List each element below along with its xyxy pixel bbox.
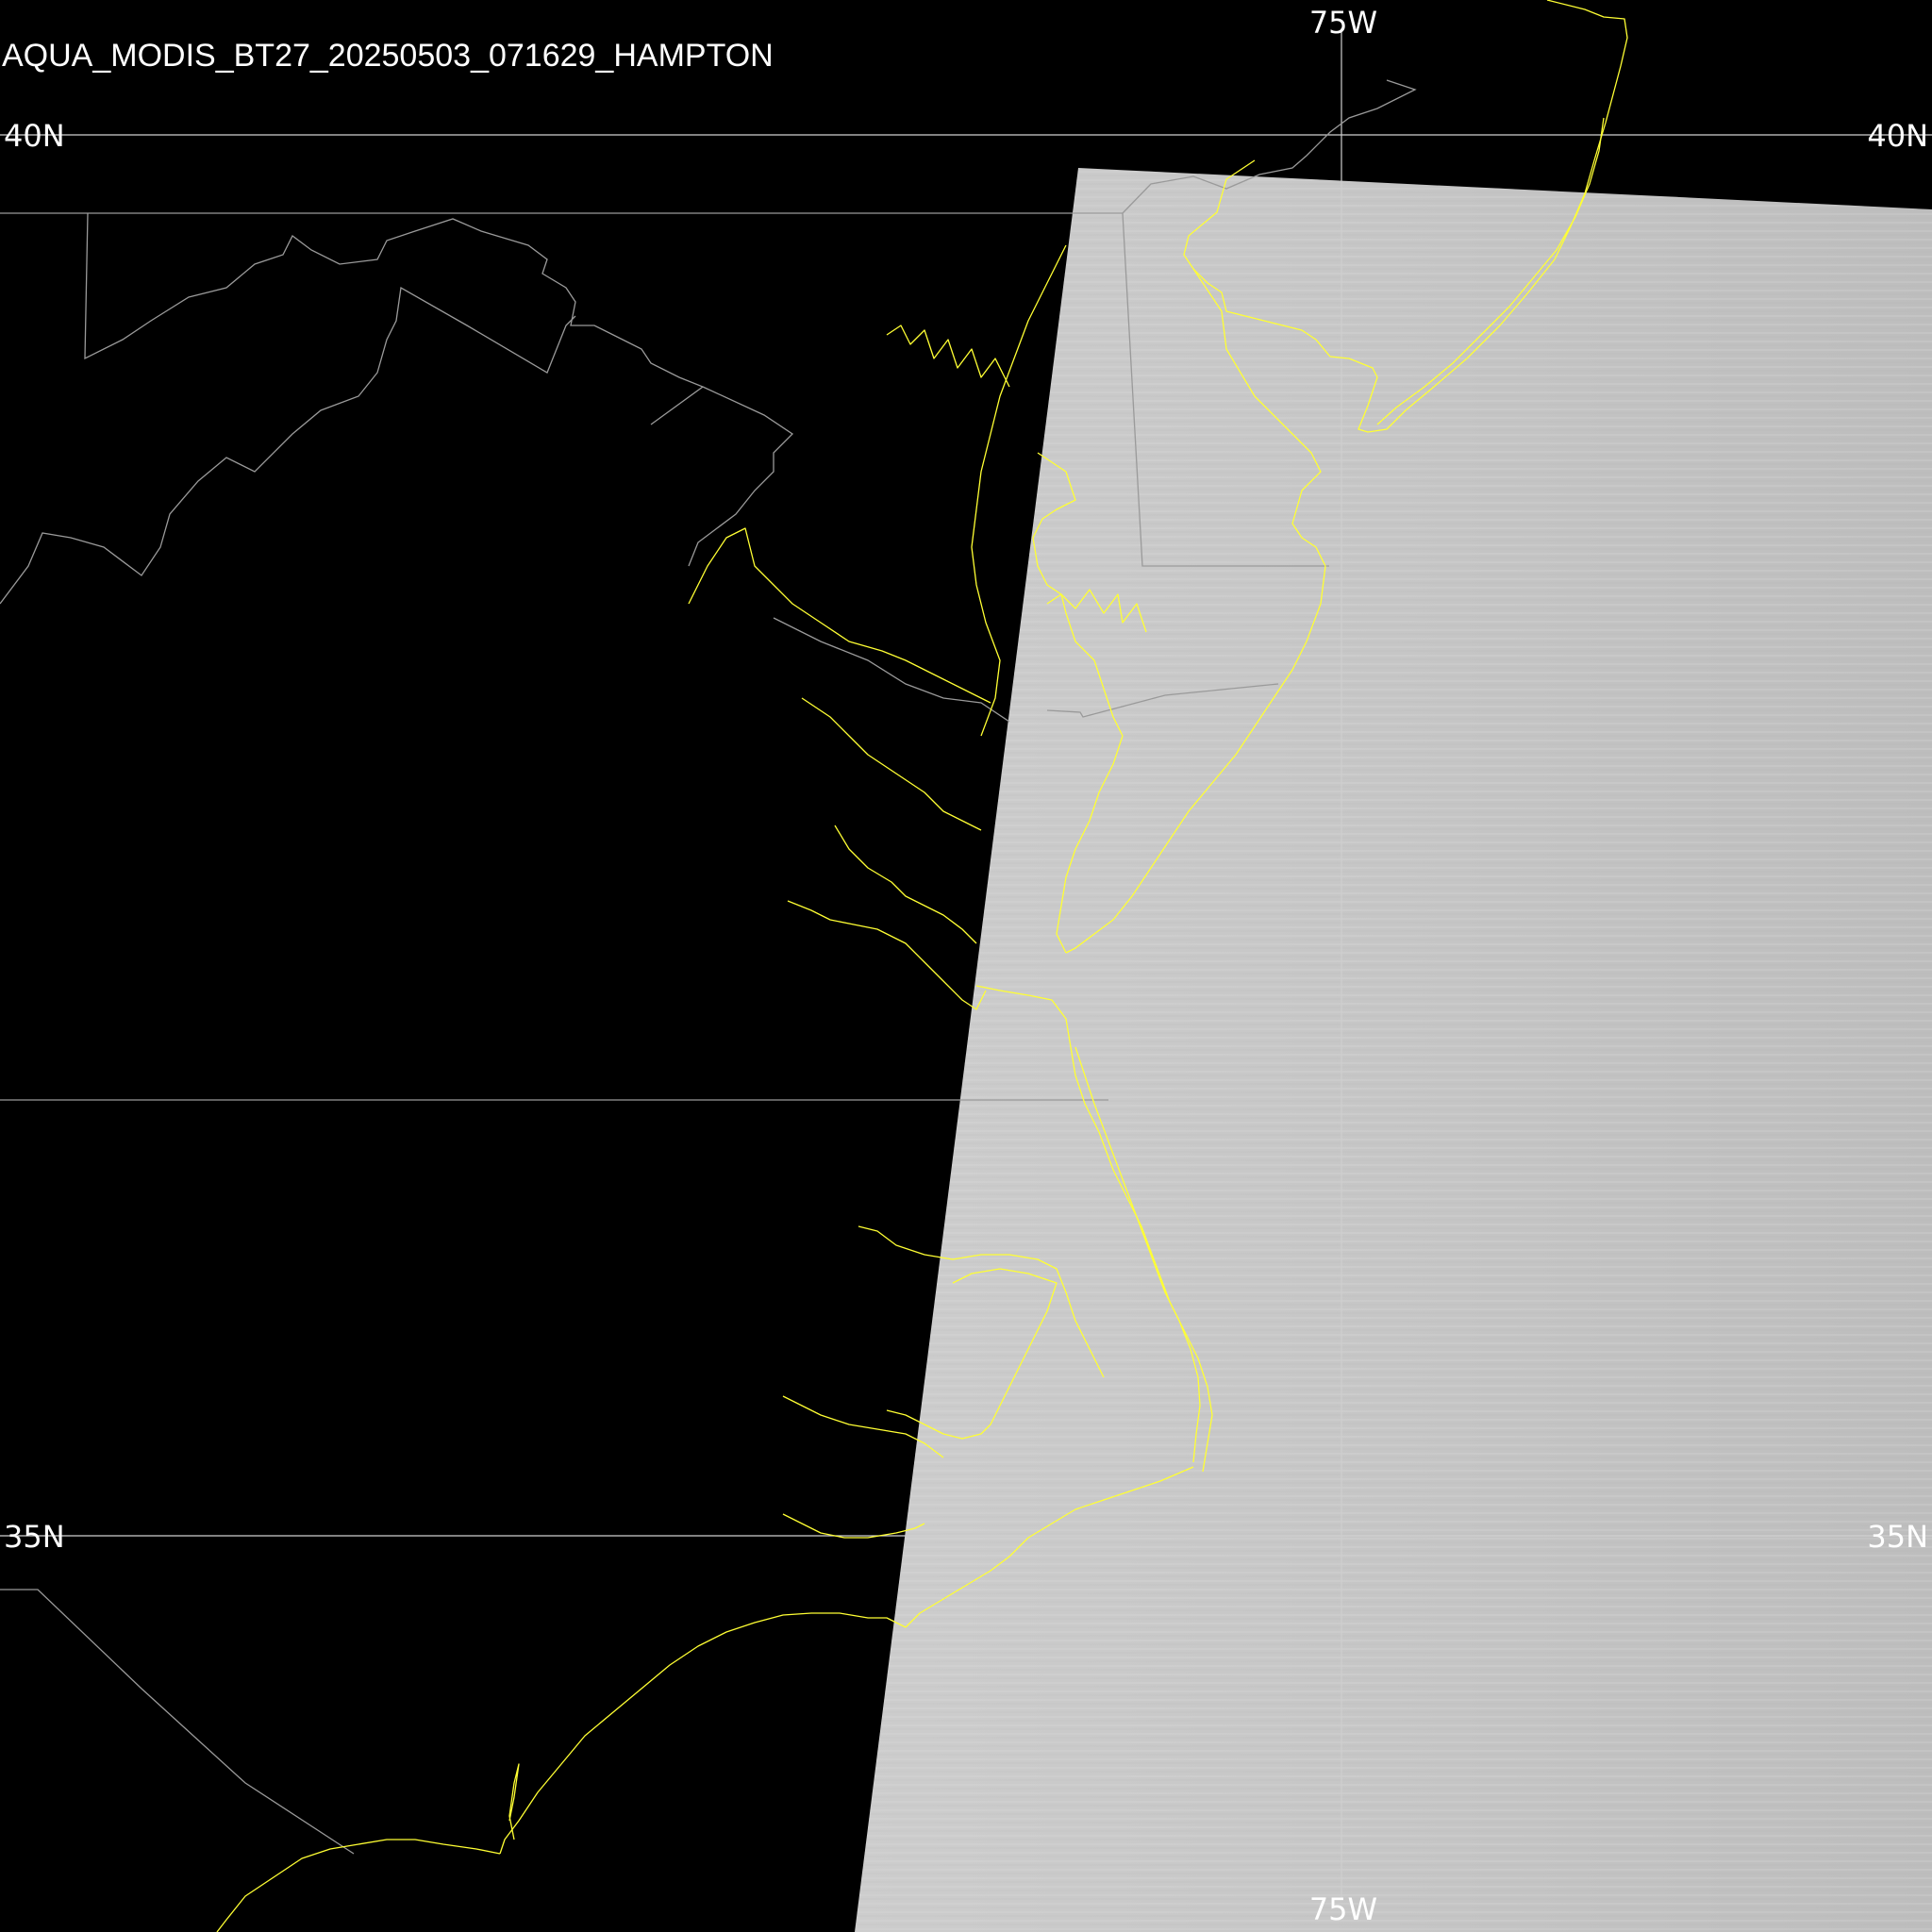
potomac-boundary <box>773 617 1010 723</box>
nc-south-coast <box>499 1612 907 1855</box>
image-title: AQUA_MODIS_BT27_20250503_071629_HAMPTON <box>2 38 774 74</box>
cape-fear <box>508 1763 520 1840</box>
latitude-40n-label-right: 40N <box>1867 118 1928 154</box>
rappahannock-river <box>801 697 982 831</box>
potomac-river <box>688 527 991 704</box>
latitude-40n-label-left: 40N <box>4 118 65 154</box>
longitude-75w-label-bottom: 75W <box>1309 1891 1377 1927</box>
sc-coast <box>216 1839 501 1932</box>
patapsco-inlets <box>886 325 1010 388</box>
york-river <box>834 824 977 944</box>
latitude-35n-label-left: 35N <box>4 1519 65 1555</box>
maryland-west-border <box>84 212 705 425</box>
satellite-swath <box>855 168 1932 1932</box>
nc-sc-border <box>0 1589 355 1855</box>
west-virginia-border <box>0 286 576 605</box>
latitude-35n-label-right: 35N <box>1867 1519 1928 1555</box>
longitude-75w-label-top: 75W <box>1309 5 1377 41</box>
satellite-map: AQUA_MODIS_BT27_20250503_071629_HAMPTON … <box>0 0 1932 1932</box>
neuse-river <box>782 1513 925 1539</box>
virginia-north-border <box>688 386 794 567</box>
james-river <box>787 900 987 1010</box>
